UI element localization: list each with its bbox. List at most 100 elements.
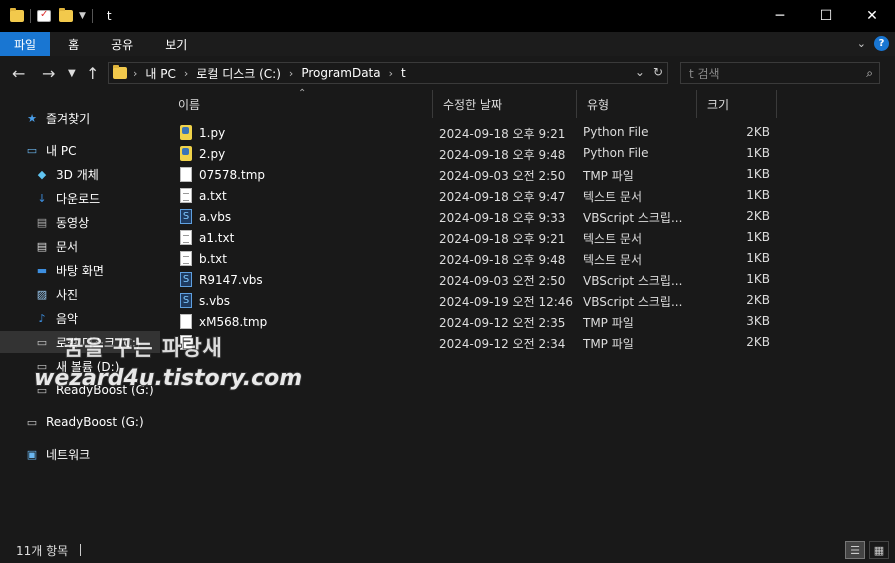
window-title: t — [106, 9, 112, 23]
chevron-right-icon[interactable]: › — [289, 67, 293, 80]
file-name-cell[interactable]: b.txt — [180, 251, 227, 266]
file-date: 2024-09-18 오후 9:48 — [439, 253, 566, 267]
file-row[interactable]: Ss.vbs 2024-09-19 오전 12:46 VBScript 스크립...… — [168, 290, 788, 311]
address-actions: ⌄ ↻ — [635, 65, 663, 79]
quick-access-dropdown-icon[interactable]: ▼ — [79, 11, 86, 21]
column-header-name[interactable]: 이름 — [168, 90, 433, 118]
star-icon: ★ — [27, 111, 37, 125]
breadcrumb-item[interactable]: ProgramData — [301, 66, 380, 80]
new-folder-icon[interactable] — [59, 8, 73, 22]
file-row[interactable]: a.txt 2024-09-18 오후 9:47 텍스트 문서 1KB — [168, 185, 788, 206]
network-icon: ▣ — [26, 447, 38, 461]
vbs-file-icon: S — [180, 272, 192, 287]
nav-this-pc[interactable]: ▭ 내 PC — [24, 139, 77, 161]
file-type: Python File — [583, 125, 649, 139]
file-name: xM568.tmp — [199, 314, 268, 329]
nav-3d-objects[interactable]: ◆ 3D 개체 — [34, 163, 99, 185]
column-header-type[interactable]: 유형 — [577, 90, 697, 118]
nav-readyboost-g[interactable]: ▭ ReadyBoost (G:) — [34, 379, 154, 401]
quick-access-separator — [91, 9, 93, 23]
expand-ribbon-icon[interactable]: ⌄ — [857, 37, 866, 50]
file-row[interactable]: b.txt 2024-09-18 오후 9:48 텍스트 문서 1KB — [168, 248, 788, 269]
chevron-right-icon[interactable]: › — [184, 67, 188, 80]
tab-home[interactable]: 홈 — [50, 32, 97, 56]
tab-share[interactable]: 공유 — [97, 32, 147, 56]
file-date: 2024-09-03 오전 2:50 — [439, 169, 566, 183]
nav-music[interactable]: ♪ 음악 — [34, 307, 78, 329]
breadcrumb-item[interactable]: 내 PC — [145, 65, 175, 82]
refresh-icon[interactable]: ↻ — [653, 65, 663, 79]
file-name-cell[interactable]: Sa.vbs — [180, 209, 231, 224]
file-list: ⌃ 이름 수정한 날짜 유형 크기 1.py 2024-09-18 오후 9:21… — [168, 88, 895, 537]
nav-documents[interactable]: ▤ 문서 — [34, 235, 78, 257]
nav-item-label: 음악 — [56, 311, 79, 326]
chevron-right-icon[interactable]: › — [389, 67, 393, 80]
nav-volume-d[interactable]: ▭ 새 볼륨 (D:) — [34, 355, 120, 377]
file-name-cell[interactable]: Ss.vbs — [180, 293, 230, 308]
file-name-cell[interactable]: 1.py — [180, 125, 225, 140]
file-date: 2024-09-18 오후 9:21 — [439, 127, 566, 141]
nav-desktop[interactable]: ▬ 바탕 화면 — [34, 259, 104, 281]
file-row[interactable]: 07578.tmp 2024-09-03 오전 2:50 TMP 파일 1KB — [168, 164, 788, 185]
document-icon: ▤ — [36, 239, 48, 253]
file-name-cell[interactable]: a.txt — [180, 188, 227, 203]
search-input[interactable]: t 검색 ⌕ — [680, 62, 880, 84]
file-type: Python File — [583, 146, 649, 160]
file-row[interactable]: 2024-09-12 오전 2:34 TMP 파일 2KB — [168, 332, 788, 353]
vbs-file-icon: S — [180, 293, 192, 308]
nav-network[interactable]: ▣ 네트워크 — [24, 443, 90, 465]
chevron-right-icon[interactable]: › — [133, 67, 137, 80]
large-icons-view-icon[interactable]: ▦ — [869, 541, 889, 559]
drive-icon: ▭ — [36, 335, 48, 349]
file-row[interactable]: xM568.tmp 2024-09-12 오전 2:35 TMP 파일 3KB — [168, 311, 788, 332]
tab-file[interactable]: 파일 — [0, 32, 51, 56]
minimize-button[interactable]: ─ — [757, 0, 803, 32]
file-name-cell[interactable]: a1.txt — [180, 230, 234, 245]
up-icon[interactable]: ↑ — [86, 64, 99, 83]
nav-videos[interactable]: ▤ 동영상 — [34, 211, 89, 233]
tab-view[interactable]: 보기 — [147, 32, 205, 56]
breadcrumb-item[interactable]: t — [401, 66, 406, 80]
address-bar[interactable]: › 내 PC › 로컬 디스크 (C:) › ProgramData › t ⌄… — [108, 62, 668, 84]
column-header-date[interactable]: 수정한 날짜 — [433, 90, 577, 118]
file-row[interactable]: Sa.vbs 2024-09-18 오후 9:33 VBScript 스크립... 2… — [168, 206, 788, 227]
chevron-down-icon[interactable]: ⌄ — [635, 65, 645, 79]
file-name-cell[interactable]: xM568.tmp — [180, 314, 267, 329]
file-size: 1KB — [746, 230, 770, 244]
file-row[interactable]: 2.py 2024-09-18 오후 9:48 Python File 1KB — [168, 143, 788, 164]
properties-icon[interactable]: ✓ — [37, 9, 51, 22]
file-name-cell[interactable]: 2.py — [180, 146, 225, 161]
file-type: VBScript 스크립... — [583, 211, 683, 225]
file-type: TMP 파일 — [583, 169, 634, 183]
breadcrumb-item[interactable]: 로컬 디스크 (C:) — [196, 65, 281, 82]
forward-icon[interactable]: → — [42, 64, 55, 83]
nav-readyboost-g-root[interactable]: ▭ ReadyBoost (G:) — [24, 411, 144, 433]
drive-icon: ▭ — [36, 383, 48, 397]
tmp-file-icon — [180, 167, 192, 182]
file-name: a1.txt — [199, 230, 235, 245]
help-button[interactable]: ? — [874, 36, 889, 51]
file-row[interactable]: S R9147.vbs 2024-09-03 오전 2:50 VBScript 스크립… — [168, 269, 788, 290]
file-name-cell[interactable]: 07578.tmp — [180, 167, 265, 182]
folder-icon — [113, 65, 127, 79]
nav-item-label: 로컬 디스크 (C:) — [56, 335, 141, 350]
nav-favorites[interactable]: ★ 즐겨찾기 — [24, 107, 90, 129]
file-name: a.vbs — [199, 209, 232, 224]
file-row[interactable]: a1.txt 2024-09-18 오후 9:21 텍스트 문서 1KB — [168, 227, 788, 248]
tmp-file-icon — [180, 314, 192, 329]
back-icon[interactable]: ← — [12, 64, 25, 83]
column-header-size[interactable]: 크기 — [697, 90, 777, 118]
file-name-cell[interactable] — [180, 335, 199, 350]
music-icon: ♪ — [38, 311, 46, 325]
recent-locations-icon[interactable]: ▼ — [68, 68, 76, 79]
details-view-icon[interactable]: ☰ — [845, 541, 865, 559]
nav-local-disk-c[interactable]: ▭ 로컬 디스크 (C:) — [0, 331, 160, 353]
maximize-button[interactable]: ☐ — [803, 0, 849, 32]
search-icon[interactable]: ⌕ — [866, 66, 873, 81]
file-name-cell[interactable]: S R9147.vbs — [180, 272, 263, 287]
nav-downloads[interactable]: ↓ 다운로드 — [34, 187, 100, 209]
folder-icon — [10, 8, 24, 22]
nav-pictures[interactable]: ▨ 사진 — [34, 283, 78, 305]
close-button[interactable]: ✕ — [849, 0, 895, 32]
file-row[interactable]: 1.py 2024-09-18 오후 9:21 Python File 2KB — [168, 122, 788, 143]
